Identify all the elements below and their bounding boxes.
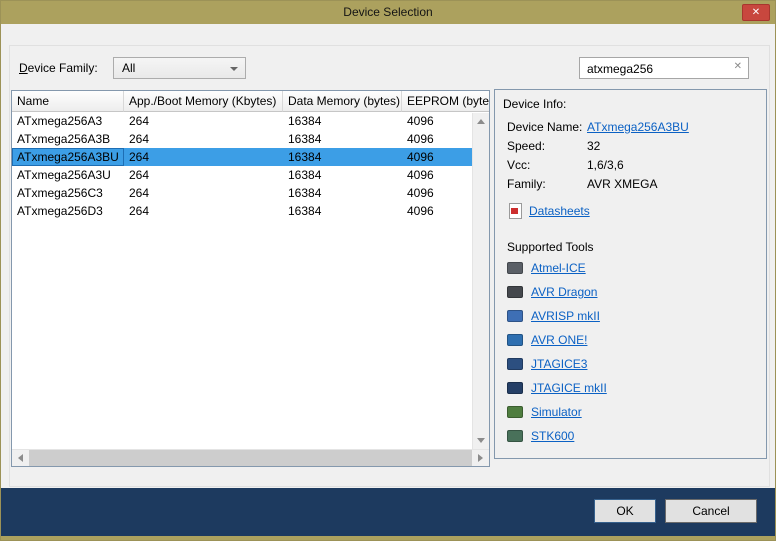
device-family-dropdown[interactable]: All bbox=[113, 57, 246, 79]
device-table: Name App./Boot Memory (Kbytes) Data Memo… bbox=[11, 90, 490, 467]
datasheets-link[interactable]: Datasheets bbox=[529, 204, 590, 218]
device-row-selected[interactable]: ATxmega256A3BU 264 16384 4096 bbox=[12, 148, 489, 166]
memory-cell: 264 bbox=[124, 148, 283, 166]
datasheet-pdf-icon bbox=[509, 203, 522, 219]
device-info-panel: Device Info: Device Name: ATxmega256A3BU… bbox=[494, 89, 767, 459]
tool-row: Atmel-ICE bbox=[507, 256, 607, 280]
table-header-row: Name App./Boot Memory (Kbytes) Data Memo… bbox=[12, 91, 489, 112]
search-input[interactable] bbox=[585, 59, 729, 79]
device-row[interactable]: ATxmega256D3 264 16384 4096 bbox=[12, 202, 489, 220]
field-label: Vcc: bbox=[507, 158, 587, 172]
device-name-cell: ATxmega256D3 bbox=[12, 202, 124, 220]
footer-bar: OK Cancel bbox=[1, 488, 775, 536]
memory-cell: 264 bbox=[124, 112, 283, 130]
header-data-memory[interactable]: Data Memory (bytes) bbox=[283, 91, 402, 112]
field-speed: Speed: 32 bbox=[507, 139, 758, 158]
scroll-up-icon[interactable] bbox=[473, 113, 489, 130]
supported-tools-title: Supported Tools bbox=[507, 240, 594, 254]
tool-link[interactable]: JTAGICE3 bbox=[531, 357, 587, 371]
field-value: 1,6/3,6 bbox=[587, 158, 624, 172]
supported-tools-list: Atmel-ICE AVR Dragon AVRISP mkII AVR ONE… bbox=[507, 256, 607, 448]
device-name-link[interactable]: ATxmega256A3BU bbox=[587, 120, 689, 134]
jtagice-mkii-icon bbox=[507, 382, 523, 394]
tool-link[interactable]: JTAGICE mkII bbox=[531, 381, 607, 395]
scroll-left-icon[interactable] bbox=[12, 450, 29, 466]
tool-row: JTAGICE mkII bbox=[507, 376, 607, 400]
device-row[interactable]: ATxmega256A3 264 16384 4096 bbox=[12, 112, 489, 130]
data-memory-cell: 16384 bbox=[283, 148, 402, 166]
data-memory-cell: 16384 bbox=[283, 130, 402, 148]
data-memory-cell: 16384 bbox=[283, 166, 402, 184]
window-bottom-border bbox=[1, 536, 775, 540]
memory-cell: 264 bbox=[124, 130, 283, 148]
tool-row: AVRISP mkII bbox=[507, 304, 607, 328]
device-family-value: All bbox=[122, 61, 135, 75]
device-row[interactable]: ATxmega256A3U 264 16384 4096 bbox=[12, 166, 489, 184]
device-info-fields: Device Name: ATxmega256A3BU Speed: 32 Vc… bbox=[507, 120, 758, 196]
horizontal-scroll-thumb[interactable] bbox=[29, 450, 472, 466]
tool-row: Simulator bbox=[507, 400, 607, 424]
device-selection-dialog: Device Selection ✕ Device Family: All ✕ … bbox=[0, 0, 776, 541]
header-app-boot-memory[interactable]: App./Boot Memory (Kbytes) bbox=[124, 91, 283, 112]
tool-row: STK600 bbox=[507, 424, 607, 448]
window-title: Device Selection bbox=[1, 5, 775, 19]
field-label: Speed: bbox=[507, 139, 587, 153]
ok-button[interactable]: OK bbox=[594, 499, 656, 523]
memory-cell: 264 bbox=[124, 184, 283, 202]
memory-cell: 264 bbox=[124, 202, 283, 220]
tool-link[interactable]: Simulator bbox=[531, 405, 582, 419]
tool-link[interactable]: AVRISP mkII bbox=[531, 309, 600, 323]
tool-link[interactable]: STK600 bbox=[531, 429, 574, 443]
tool-link[interactable]: Atmel-ICE bbox=[531, 261, 586, 275]
header-name[interactable]: Name bbox=[12, 91, 124, 112]
device-name-cell: ATxmega256A3B bbox=[12, 130, 124, 148]
simulator-icon bbox=[507, 406, 523, 418]
field-family: Family: AVR XMEGA bbox=[507, 177, 758, 196]
device-name-cell: ATxmega256A3BU bbox=[12, 148, 124, 166]
field-value: 32 bbox=[587, 139, 600, 153]
data-memory-cell: 16384 bbox=[283, 184, 402, 202]
scroll-down-icon[interactable] bbox=[473, 432, 489, 449]
close-button[interactable]: ✕ bbox=[742, 4, 770, 21]
tool-link[interactable]: AVR ONE! bbox=[531, 333, 587, 347]
vertical-scrollbar[interactable] bbox=[472, 113, 489, 449]
jtagice3-icon bbox=[507, 358, 523, 370]
scroll-right-icon[interactable] bbox=[472, 450, 489, 466]
device-info-title: Device Info: bbox=[503, 97, 566, 111]
data-memory-cell: 16384 bbox=[283, 112, 402, 130]
chevron-down-icon bbox=[230, 67, 238, 71]
tool-row: AVR ONE! bbox=[507, 328, 607, 352]
device-row[interactable]: ATxmega256A3B 264 16384 4096 bbox=[12, 130, 489, 148]
tool-row: AVR Dragon bbox=[507, 280, 607, 304]
header-eeprom[interactable]: EEPROM (bytes) bbox=[402, 91, 489, 112]
atmel-ice-icon bbox=[507, 262, 523, 274]
avr-one-icon bbox=[507, 334, 523, 346]
datasheets-row: Datasheets bbox=[509, 203, 590, 219]
field-value: AVR XMEGA bbox=[587, 177, 657, 191]
tool-row: JTAGICE3 bbox=[507, 352, 607, 376]
tool-link[interactable]: AVR Dragon bbox=[531, 285, 597, 299]
field-label: Device Name: bbox=[507, 120, 587, 134]
device-name-cell: ATxmega256C3 bbox=[12, 184, 124, 202]
device-name-cell: ATxmega256A3 bbox=[12, 112, 124, 130]
avrisp-mkii-icon bbox=[507, 310, 523, 322]
field-device-name: Device Name: ATxmega256A3BU bbox=[507, 120, 758, 139]
field-label: Family: bbox=[507, 177, 587, 191]
data-memory-cell: 16384 bbox=[283, 202, 402, 220]
field-vcc: Vcc: 1,6/3,6 bbox=[507, 158, 758, 177]
horizontal-scrollbar[interactable] bbox=[12, 449, 489, 466]
memory-cell: 264 bbox=[124, 166, 283, 184]
clear-search-icon[interactable]: ✕ bbox=[734, 61, 742, 72]
cancel-button[interactable]: Cancel bbox=[665, 499, 757, 523]
search-box: ✕ bbox=[579, 57, 749, 79]
avr-dragon-icon bbox=[507, 286, 523, 298]
device-name-cell: ATxmega256A3U bbox=[12, 166, 124, 184]
title-bar: Device Selection ✕ bbox=[1, 1, 775, 24]
stk600-icon bbox=[507, 430, 523, 442]
close-icon: ✕ bbox=[752, 7, 760, 18]
device-family-label: Device Family: bbox=[19, 61, 98, 75]
device-row[interactable]: ATxmega256C3 264 16384 4096 bbox=[12, 184, 489, 202]
